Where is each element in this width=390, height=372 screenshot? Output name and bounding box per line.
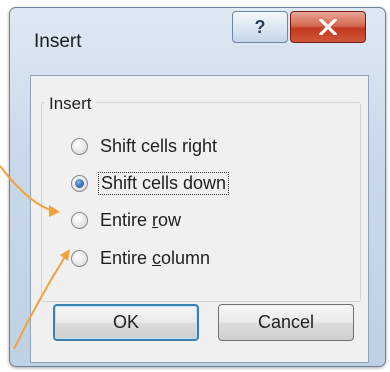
annotation-arrows <box>0 165 70 350</box>
annotation-arrow-entire-column <box>13 254 67 350</box>
arrowhead-icon <box>49 205 60 217</box>
annotation-arrow-entire-row <box>0 165 55 212</box>
arrowhead-icon <box>60 249 70 261</box>
